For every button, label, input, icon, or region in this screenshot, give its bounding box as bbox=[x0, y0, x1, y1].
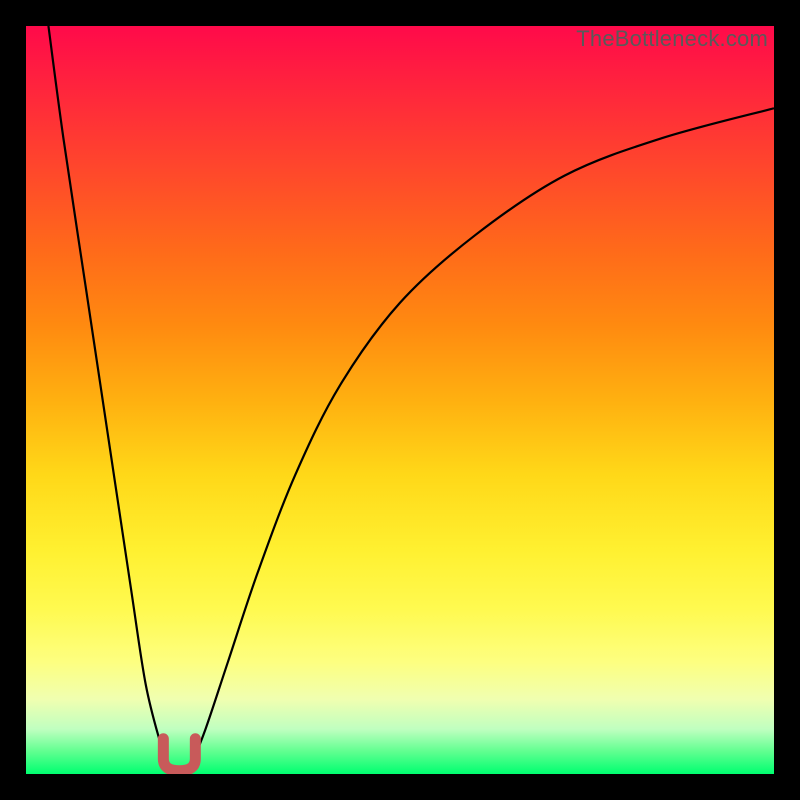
chart-frame: TheBottleneck.com bbox=[0, 0, 800, 800]
chart-plot-area: TheBottleneck.com bbox=[26, 26, 774, 774]
minimum-marker-u bbox=[163, 739, 195, 771]
bottleneck-curve-right bbox=[187, 108, 774, 774]
bottleneck-curve-left bbox=[48, 26, 171, 774]
chart-svg bbox=[26, 26, 774, 774]
